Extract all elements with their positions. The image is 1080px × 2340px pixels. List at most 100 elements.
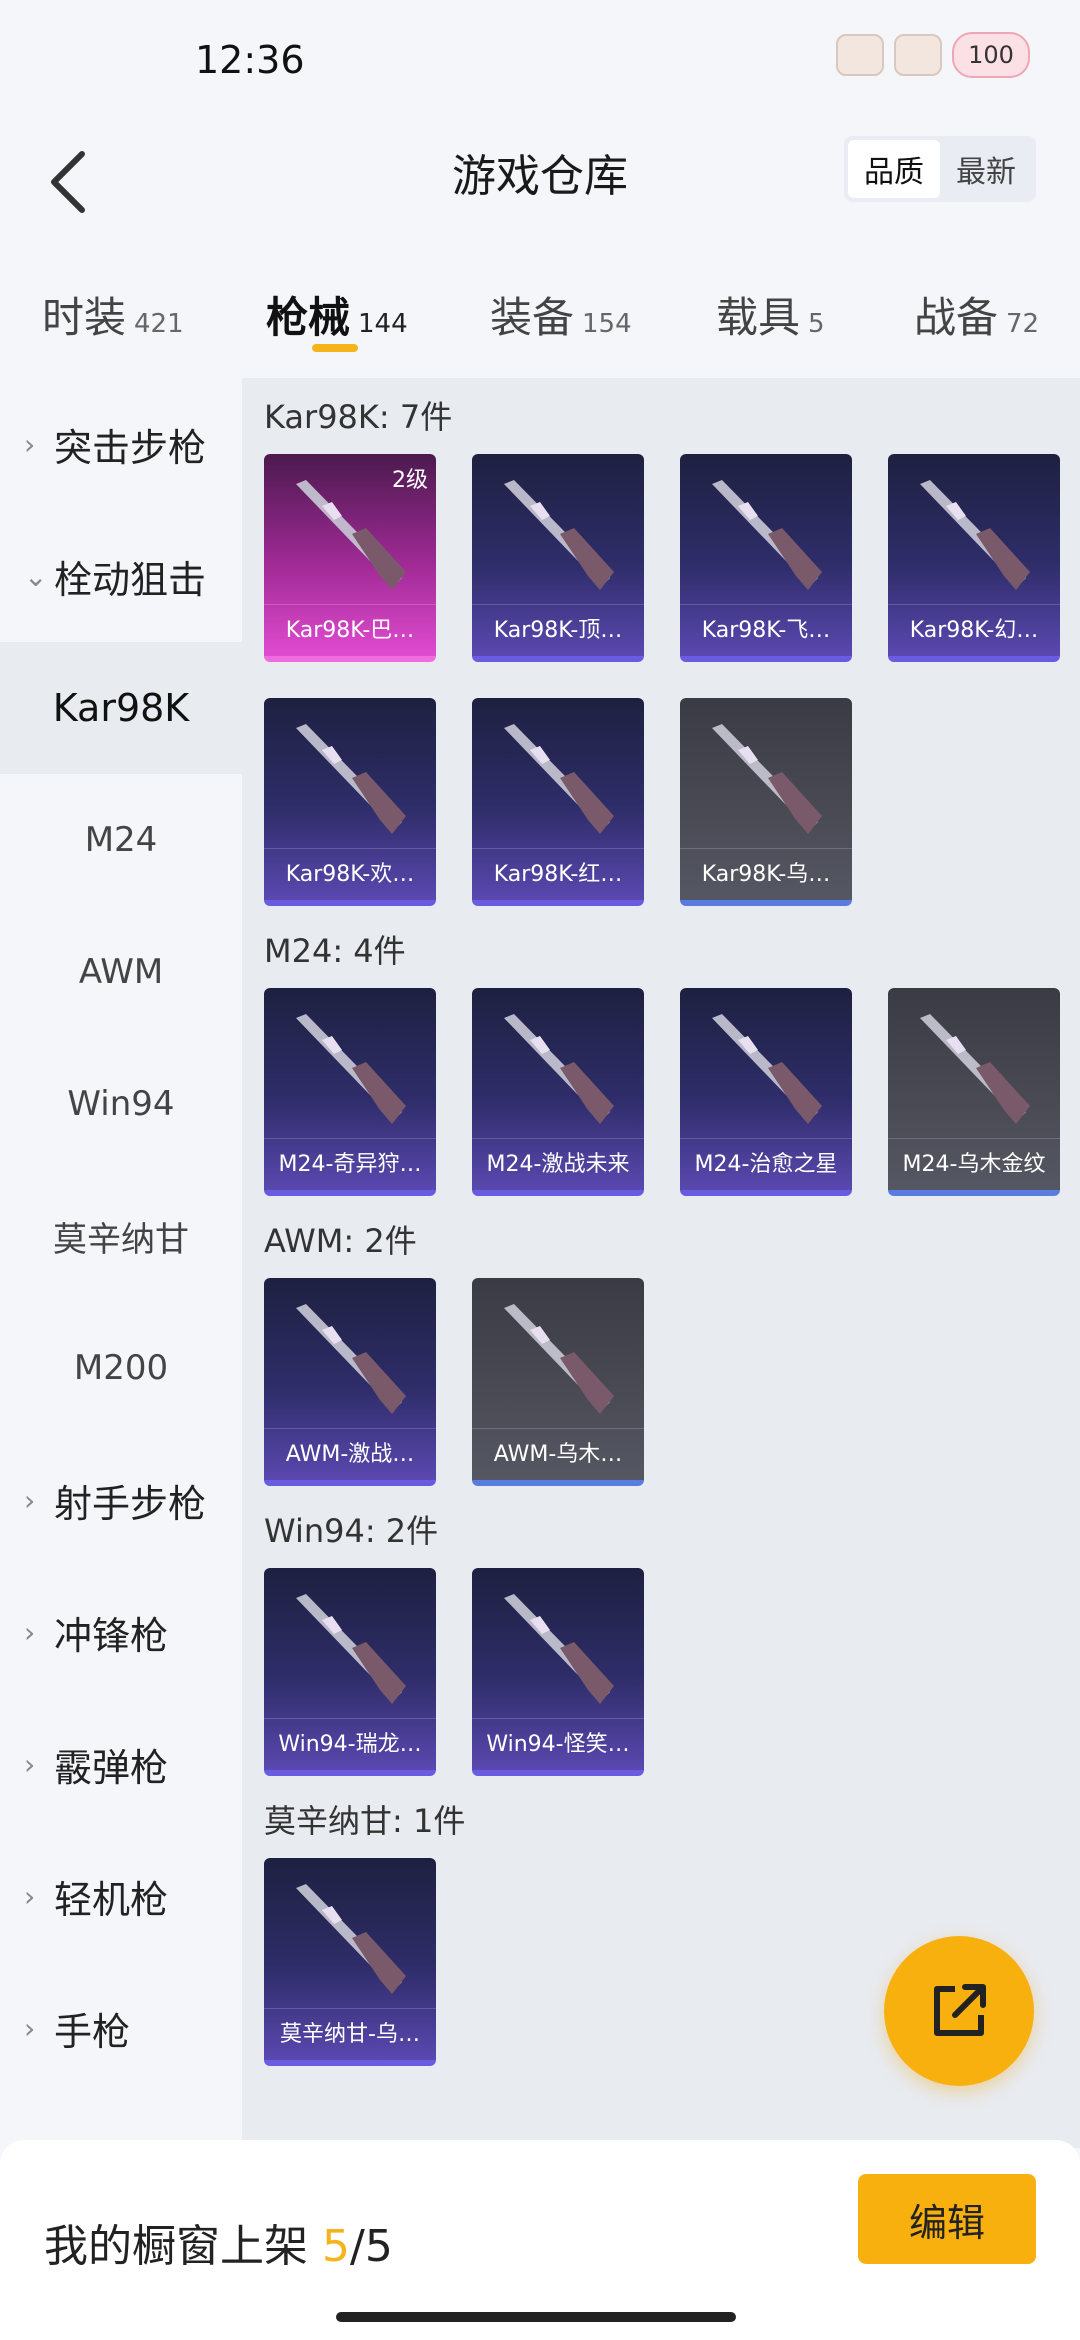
rifle-icon: [296, 1304, 406, 1414]
sidebar-item-kar98k[interactable]: Kar98K: [0, 642, 242, 774]
weapon-name: Kar98K-巴…: [264, 604, 436, 656]
edit-button[interactable]: 编辑: [858, 2174, 1036, 2264]
weapon-card[interactable]: 莫辛纳甘-乌…: [264, 1858, 436, 2066]
sidebar-item-assault-rifle[interactable]: › 突击步枪: [0, 378, 242, 510]
tab-count: 421: [134, 309, 184, 339]
sort-toggle: 品质 最新: [844, 136, 1036, 202]
weapon-card[interactable]: Kar98K-幻…: [888, 454, 1060, 662]
chevron-right-icon: ›: [24, 1615, 36, 1649]
sidebar-item-mosin[interactable]: 莫辛纳甘: [0, 1170, 242, 1302]
sort-by-quality[interactable]: 品质: [848, 140, 940, 198]
weapon-name: Kar98K-飞…: [680, 604, 852, 656]
weapon-name: Kar98K-顶…: [472, 604, 644, 656]
tab-equipment[interactable]: 装备 154: [490, 284, 632, 345]
sort-by-newest[interactable]: 最新: [940, 140, 1032, 198]
weapon-card[interactable]: M24-激战未来: [472, 988, 644, 1196]
weapon-card[interactable]: AWM-激战…: [264, 1278, 436, 1486]
sidebar-item-m24[interactable]: M24: [0, 774, 242, 906]
sidebar-item-label: 突击步枪: [54, 425, 207, 470]
weapon-card[interactable]: Kar98K-欢…: [264, 698, 436, 906]
bottom-bar: 我的橱窗上架 5/5 编辑: [0, 2140, 1080, 2340]
sidebar-item-m200[interactable]: M200: [0, 1302, 242, 1434]
chevron-right-icon: ›: [24, 2011, 36, 2045]
weapon-name: Kar98K-欢…: [264, 848, 436, 900]
weapon-name: Kar98K-乌…: [680, 848, 852, 900]
tab-label: 战备: [914, 293, 999, 342]
rifle-icon: [712, 480, 822, 590]
rifle-icon: [920, 480, 1030, 590]
rifle-icon: [504, 1014, 614, 1124]
weapon-card[interactable]: M24-治愈之星: [680, 988, 852, 1196]
weapon-name: M24-治愈之星: [680, 1138, 852, 1190]
home-indicator: [336, 2312, 736, 2322]
weapon-card[interactable]: Kar98K-红…: [472, 698, 644, 906]
weapon-name: Kar98K-幻…: [888, 604, 1060, 656]
rifle-icon: [504, 1304, 614, 1414]
sidebar-item-lmg[interactable]: › 轻机枪: [0, 1830, 242, 1962]
weapon-name: AWM-激战…: [264, 1428, 436, 1480]
group-title: Win94: 2件: [264, 1512, 439, 1550]
status-time: 12:36: [195, 38, 305, 82]
weapon-name: Kar98K-红…: [472, 848, 644, 900]
cat-app-icon: [894, 34, 942, 76]
sidebar-item-marksman-rifle[interactable]: › 射手步枪: [0, 1434, 242, 1566]
weapon-card[interactable]: Kar98K-顶…: [472, 454, 644, 662]
tab-fashion[interactable]: 时装 421: [42, 284, 184, 345]
rifle-icon: [296, 724, 406, 834]
weapon-card[interactable]: Kar98K-乌…: [680, 698, 852, 906]
group-title: 莫辛纳甘: 1件: [264, 1802, 466, 1840]
share-button[interactable]: [884, 1936, 1034, 2086]
weapon-card[interactable]: M24-乌木金纹: [888, 988, 1060, 1196]
weapon-card[interactable]: Win94-瑞龙…: [264, 1568, 436, 1776]
sidebar-item-awm[interactable]: AWM: [0, 906, 242, 1038]
weapon-grid: Kar98K: 7件 2级 Kar98K-巴… Kar98K-顶… Kar98K-飞… K…: [242, 378, 1080, 2148]
chevron-right-icon: ›: [24, 1879, 36, 1913]
sidebar-item-label: 轻机枪: [54, 1877, 169, 1922]
showcase-current-count: 5: [322, 2221, 350, 2272]
rifle-icon: [504, 1594, 614, 1704]
battery-indicator: 100: [952, 32, 1030, 78]
tab-supplies[interactable]: 战备 72: [914, 284, 1039, 345]
weapon-card[interactable]: AWM-乌木…: [472, 1278, 644, 1486]
active-tab-indicator: [312, 344, 358, 352]
tab-weapons[interactable]: 枪械 144: [266, 284, 408, 345]
weapon-name: M24-奇异狩…: [264, 1138, 436, 1190]
rifle-icon: [504, 724, 614, 834]
weapon-card[interactable]: Win94-怪笑…: [472, 1568, 644, 1776]
rifle-icon: [296, 1884, 406, 1994]
tab-label: 载具: [716, 293, 801, 342]
sidebar-item-bolt-sniper[interactable]: ⌄ 栓动狙击: [0, 510, 242, 642]
external-link-icon: [934, 1984, 986, 2036]
tab-count: 72: [1006, 309, 1040, 339]
tab-label: 时装: [42, 293, 127, 342]
rifle-icon: [712, 1014, 822, 1124]
tab-count: 5: [808, 309, 825, 339]
showcase-total-count: 5: [364, 2221, 393, 2272]
showcase-label: 我的橱窗上架: [44, 2221, 322, 2272]
weapon-name: M24-乌木金纹: [888, 1138, 1060, 1190]
tab-count: 154: [582, 309, 632, 339]
tab-label: 枪械: [266, 293, 351, 342]
category-tabs: 时装 421 枪械 144 装备 154 载具 5 战备 72: [0, 260, 1080, 378]
rifle-icon: [296, 1014, 406, 1124]
tab-vehicles[interactable]: 载具 5: [716, 284, 825, 345]
sidebar: › 突击步枪 ⌄ 栓动狙击 Kar98K M24 AWM Win94 莫辛纳甘 …: [0, 378, 242, 2148]
chevron-right-icon: ›: [24, 1747, 36, 1781]
sidebar-item-label: 栓动狙击: [54, 557, 207, 602]
weapon-name: M24-激战未来: [472, 1138, 644, 1190]
weapon-name: 莫辛纳甘-乌…: [264, 2008, 436, 2060]
weapon-name: AWM-乌木…: [472, 1428, 644, 1480]
weapon-card[interactable]: 2级 Kar98K-巴…: [264, 454, 436, 662]
sidebar-item-pistol[interactable]: › 手枪: [0, 1962, 242, 2094]
chevron-right-icon: ›: [24, 1483, 36, 1517]
tab-count: 144: [358, 309, 408, 339]
sidebar-item-shotgun[interactable]: › 霰弹枪: [0, 1698, 242, 1830]
weapon-card[interactable]: M24-奇异狩…: [264, 988, 436, 1196]
weapon-card[interactable]: Kar98K-飞…: [680, 454, 852, 662]
group-title: AWM: 2件: [264, 1222, 417, 1260]
sidebar-item-label: 手枪: [54, 2009, 131, 2054]
group-title: M24: 4件: [264, 932, 406, 970]
sidebar-item-smg[interactable]: › 冲锋枪: [0, 1566, 242, 1698]
sidebar-item-label: 霰弹枪: [54, 1745, 169, 1790]
sidebar-item-win94[interactable]: Win94: [0, 1038, 242, 1170]
